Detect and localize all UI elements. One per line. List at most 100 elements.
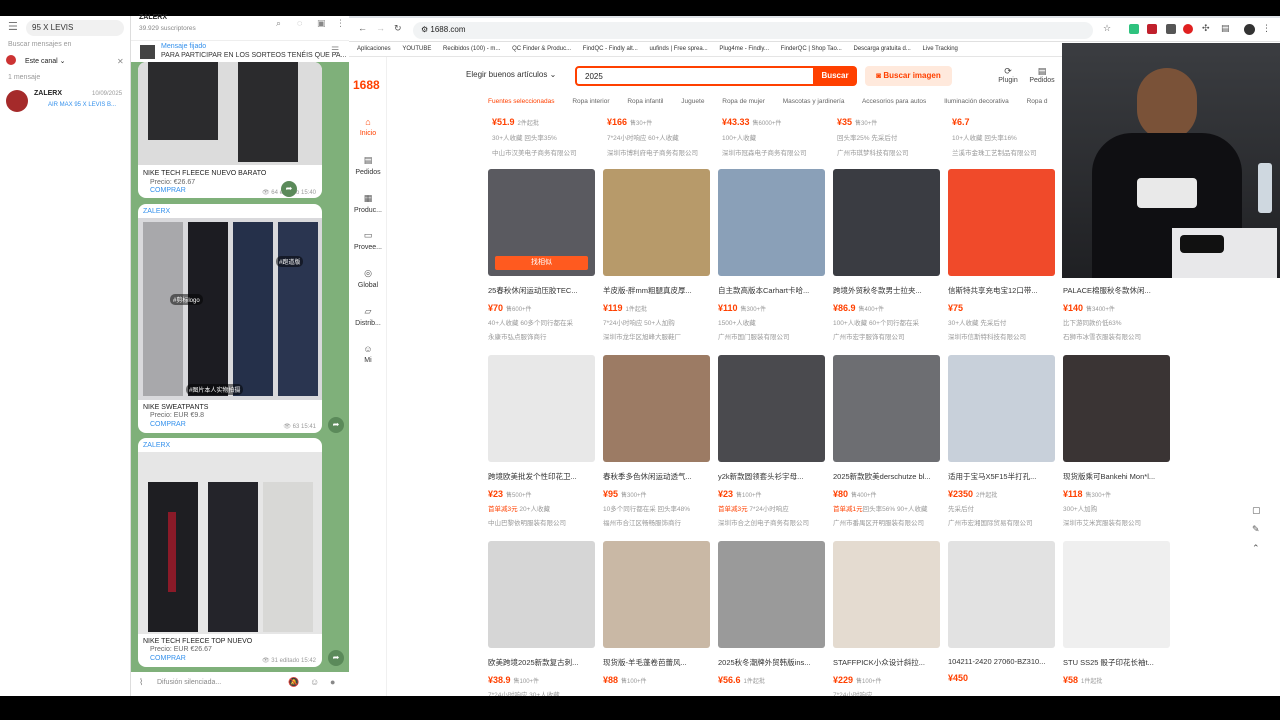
- compose-input[interactable]: Difusión silenciada...: [157, 679, 221, 686]
- product-title[interactable]: 欧美跨境2025新款复古刺...: [488, 657, 595, 668]
- product-card[interactable]: STU SS25 骰子印花长袖t... ¥58 1件起批: [1063, 541, 1170, 693]
- product-card[interactable]: 适用于宝马X5F15半打孔... ¥2350 2件起批 先采后付 广州市宏湘国际贸易有限…: [948, 355, 1055, 527]
- rail-inicio[interactable]: ⌂ Inicio: [349, 117, 387, 137]
- extensions-puzzle-icon[interactable]: ✣: [1202, 23, 1210, 34]
- back-icon[interactable]: ←: [358, 23, 367, 33]
- close-scope-icon[interactable]: ✕: [117, 57, 124, 66]
- bookmark-item[interactable]: YOUTUBE: [402, 42, 431, 56]
- category-tab[interactable]: Ropa infantil: [627, 98, 663, 105]
- rail-proveedores[interactable]: ▭ Provee...: [349, 230, 387, 251]
- product-image[interactable]: [718, 355, 825, 462]
- product-title[interactable]: PALACE棉服秋冬款休闲...: [1063, 285, 1170, 296]
- message-image[interactable]: #跑道版 #剪标logo #图片本人实物拍摄: [138, 218, 322, 400]
- product-image[interactable]: [488, 355, 595, 462]
- product-title[interactable]: 现货版乘可Bankehi Mon*l...: [1063, 471, 1170, 482]
- bookmark-item[interactable]: FindQC - Findly alt...: [583, 42, 638, 56]
- forward-icon[interactable]: ➦: [328, 650, 344, 666]
- product-card[interactable]: 现货版乘可Bankehi Mon*l... ¥118 售300+件 300+人加购 深圳…: [1063, 355, 1170, 527]
- category-tab[interactable]: Iluminación decorativa: [944, 98, 1009, 105]
- search-button[interactable]: Buscar: [813, 66, 857, 86]
- forward-icon[interactable]: ➦: [328, 417, 344, 433]
- product-title[interactable]: 信斯特共享充电宝12口带...: [948, 285, 1055, 296]
- address-bar[interactable]: ⚙ 1688.com: [413, 22, 1093, 39]
- rail-pedidos[interactable]: ▤ Pedidos: [349, 155, 387, 176]
- sidebar-icon[interactable]: ▤: [1221, 23, 1230, 34]
- product-title[interactable]: 104211-2420 27060-BZ310...: [948, 657, 1055, 666]
- category-tab[interactable]: Accesorios para autos: [862, 98, 926, 105]
- search-input[interactable]: 2025: [575, 66, 815, 86]
- rail-mi[interactable]: ☺ Mi: [349, 344, 387, 364]
- product-card-partial[interactable]: ¥43.33 售6000+件 100+人收藏 深圳市冠森电子商务有限公司: [722, 117, 829, 157]
- product-card[interactable]: 羊皮版-胖mm粗腿真皮厚... ¥119 1件起批 7*24小时响应 50+人加购 深圳…: [603, 169, 710, 341]
- product-title[interactable]: 自主款高版本Carhart卡哈...: [718, 285, 825, 296]
- channel-name[interactable]: ZALERX: [139, 14, 167, 21]
- bookmark-item[interactable]: Recibidos (100) - m...: [443, 42, 500, 56]
- product-image[interactable]: 找相似: [488, 169, 595, 276]
- product-title[interactable]: 羊皮版-胖mm粗腿真皮厚...: [603, 285, 710, 296]
- extension-icon[interactable]: [1166, 24, 1176, 34]
- image-search-button[interactable]: ◙ Buscar imagen: [865, 66, 952, 86]
- category-tab[interactable]: Mascotas y jardinería: [783, 98, 845, 105]
- product-title[interactable]: 2025新款欧美derschutze bl...: [833, 471, 940, 482]
- forward-icon[interactable]: ➦: [281, 181, 297, 197]
- bookmark-item[interactable]: Aplicaciones: [357, 42, 391, 56]
- search-result-item[interactable]: ZALERX 10/09/2025 AIR MAX 95 X LEVIS B..…: [0, 87, 131, 115]
- extension-icon[interactable]: [1147, 24, 1157, 34]
- product-card[interactable]: 104211-2420 27060-BZ310... ¥450: [948, 541, 1055, 691]
- profile-avatar[interactable]: [1244, 24, 1255, 35]
- browser-menu-icon[interactable]: ⋮: [1262, 23, 1271, 34]
- product-title[interactable]: 跨境欧美批发个性印花卫...: [488, 471, 595, 482]
- bookmark-item[interactable]: QC Finder & Produc...: [512, 42, 571, 56]
- product-title[interactable]: 适用于宝马X5F15半打孔...: [948, 471, 1055, 482]
- product-title[interactable]: STU SS25 骰子印花长袖t...: [1063, 657, 1170, 668]
- edit-icon[interactable]: ✎: [1252, 524, 1272, 535]
- product-image[interactable]: [948, 541, 1055, 648]
- category-select[interactable]: Elegir buenos artículos ⌄: [466, 70, 556, 79]
- bookmark-item[interactable]: Plug4me - Findly...: [719, 42, 769, 56]
- panel-icon[interactable]: ▣: [317, 18, 326, 29]
- buy-link[interactable]: COMPRAR: [150, 186, 186, 195]
- product-card[interactable]: 跨境外贸秋冬款男士拉夹... ¥86.9 售400+件 100+人收藏 60+个同行都…: [833, 169, 940, 341]
- product-image[interactable]: [603, 541, 710, 648]
- product-image[interactable]: [833, 355, 940, 462]
- comment-icon[interactable]: ◌: [297, 18, 302, 28]
- product-card-partial[interactable]: ¥51.9 2件起批 30+人收藏 回头率35% 中山市汉美电子商务有限公司: [492, 117, 599, 157]
- product-card[interactable]: y2k新款圆领套头衫宇母... ¥23 售100+件 首单减3元 7*24小时响应 深圳…: [718, 355, 825, 527]
- product-card[interactable]: 跨境欧美批发个性印花卫... ¥23 售500+件 首单减3元 20+人收藏 中山巴黎依…: [488, 355, 595, 527]
- bookmark-item[interactable]: FinderQC | Shop Tao...: [781, 42, 842, 56]
- product-image[interactable]: [718, 541, 825, 648]
- product-title[interactable]: STAFFPICK小众设计斜拉...: [833, 657, 940, 668]
- product-title[interactable]: 春秋季多色休闲运动透气...: [603, 471, 710, 482]
- site-info-icon[interactable]: ⚙: [421, 25, 428, 34]
- product-card[interactable]: 春秋季多色休闲运动透气... ¥95 售300+件 10多个同行都在采 回头率48% 福…: [603, 355, 710, 527]
- back-to-top-icon[interactable]: ⌃: [1252, 543, 1272, 554]
- product-image[interactable]: [603, 169, 710, 276]
- forward-nav-icon[interactable]: →: [376, 23, 385, 33]
- product-title[interactable]: y2k新款圆领套头衫宇母...: [718, 471, 825, 482]
- product-card[interactable]: 现货版-羊毛蓬卷芭蕾风... ¥88 售100+件: [603, 541, 710, 693]
- product-card[interactable]: 欧美跨境2025新款复古刺...¥38.9售100+件7*24小时响应 30+人…: [488, 541, 595, 703]
- product-image[interactable]: [1063, 355, 1170, 462]
- mute-icon[interactable]: 🔕: [288, 677, 299, 688]
- product-card[interactable]: 自主款高版本Carhart卡哈... ¥110 售300+件 1500+人收藏 广州市国…: [718, 169, 825, 341]
- feedback-icon[interactable]: ▢: [1252, 505, 1272, 516]
- extension-icon[interactable]: [1129, 24, 1139, 34]
- bookmark-item[interactable]: Descarga gratuita d...: [853, 42, 910, 56]
- message-image[interactable]: [138, 452, 322, 634]
- product-title[interactable]: 25春秋休闲运动压胶TEC...: [488, 285, 595, 296]
- message-image[interactable]: [138, 62, 322, 165]
- rail-distribucion[interactable]: ▱ Distrib...: [349, 306, 387, 327]
- bookmark-item[interactable]: uufinds | Free sprea...: [649, 42, 707, 56]
- product-card[interactable]: 找相似 25春秋休闲运动压胶TEC... ¥70 售600+件 40+人收藏 60多个同…: [488, 169, 595, 341]
- opera-icon[interactable]: [1183, 24, 1193, 34]
- telegram-search-input[interactable]: 95 X LEVIS: [26, 20, 124, 36]
- plugin-button[interactable]: ⟳ Plugin: [993, 66, 1023, 84]
- more-icon[interactable]: ⋮: [336, 18, 345, 29]
- product-card[interactable]: STAFFPICK小众设计斜拉...¥229售100+件7*24小时响应: [833, 541, 940, 703]
- product-image[interactable]: [833, 541, 940, 648]
- product-image[interactable]: [948, 169, 1055, 276]
- product-image[interactable]: [488, 541, 595, 648]
- emoji-icon[interactable]: ☺: [310, 677, 319, 687]
- pinned-list-icon[interactable]: ☰: [331, 45, 339, 56]
- find-similar-button[interactable]: 找相似: [495, 256, 588, 270]
